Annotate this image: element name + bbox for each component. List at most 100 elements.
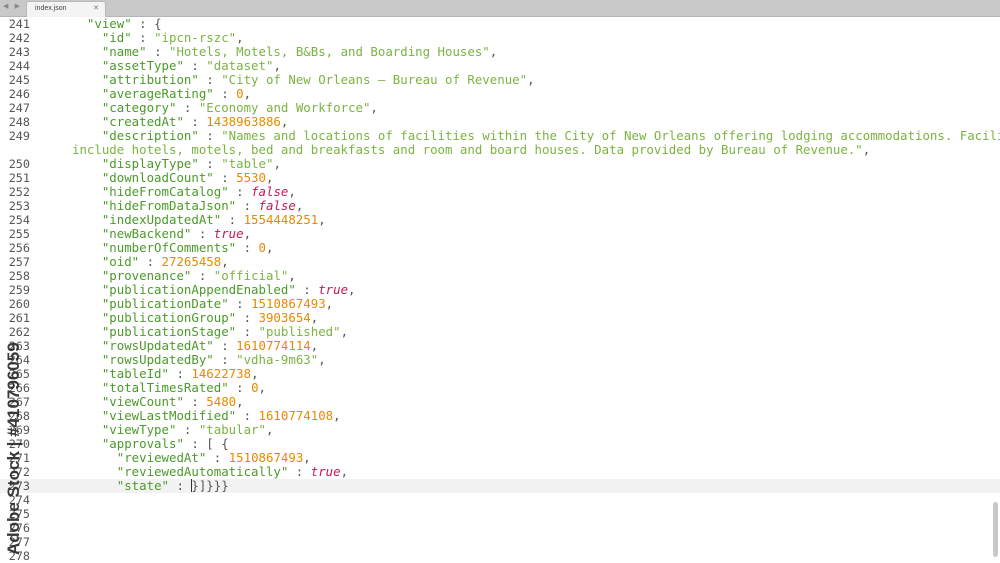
line-number: 255 (8, 227, 30, 241)
code-token: , (258, 380, 266, 395)
code-line[interactable]: 266 "totalTimesRated" : 0, (0, 380, 1000, 396)
code-line[interactable]: 269 "viewType" : "tabular", (0, 422, 1000, 438)
code-line[interactable]: 249 "description" : "Names and locations… (0, 129, 1000, 144)
code-token: : (198, 156, 222, 171)
code-text: "view" : { (72, 17, 162, 31)
code-token: , (265, 422, 274, 437)
code-token: "publicationDate" (101, 296, 229, 311)
code-line[interactable]: 244 "assetType" : "dataset", (0, 58, 1000, 74)
code-token: , (333, 408, 341, 423)
code-line[interactable]: 276 (0, 521, 1000, 535)
code-line[interactable]: 262 "publicationStage" : "published", (0, 325, 1000, 340)
code-line[interactable]: 274 (0, 493, 1000, 507)
code-line[interactable]: 268 "viewLastModified" : 1610774108, (0, 408, 1000, 424)
code-token: true (310, 464, 341, 479)
code-line[interactable]: 258 "provenance" : "official", (0, 269, 1000, 284)
code-token: 1610774114 (236, 338, 311, 353)
line-number: 247 (8, 101, 30, 115)
code-text: "numberOfComments" : 0, (72, 240, 274, 255)
code-token: include hotels, motels, bed and breakfas… (72, 142, 863, 157)
code-text: "indexUpdatedAt" : 1554448251, (72, 213, 326, 227)
code-line[interactable]: 254 "indexUpdatedAt" : 1554448251, (0, 213, 1000, 228)
code-line[interactable]: 275 (0, 507, 1000, 521)
code-token: "hideFromDataJson" (101, 198, 237, 213)
vertical-scrollbar[interactable] (993, 502, 998, 557)
code-token: : (213, 338, 237, 353)
code-line[interactable]: 253 "hideFromDataJson" : false, (0, 199, 1000, 214)
code-line[interactable]: 255 "newBackend" : true, (0, 227, 1000, 242)
code-token: : (168, 478, 192, 493)
code-token: "published" (258, 324, 341, 339)
code-token: , (243, 226, 252, 241)
code-line[interactable]: 271 "reviewedAt" : 1510867493, (0, 450, 1000, 466)
code-token: 5480 (206, 394, 237, 409)
code-line[interactable]: 261 "publicationGroup" : 3903654, (0, 311, 1000, 326)
line-number: 262 (8, 325, 30, 339)
code-line[interactable]: 270 "approvals" : [ { (0, 436, 1000, 452)
code-token: true (318, 282, 349, 297)
code-token: "rowsUpdatedAt" (101, 338, 214, 353)
code-token: false (258, 198, 296, 213)
code-token: : [ { (183, 436, 229, 451)
code-line[interactable]: 248 "createdAt" : 1438963886, (0, 114, 1000, 130)
tab-nav-arrows-icon[interactable]: ◀ ▶ (3, 2, 22, 10)
code-line[interactable]: 246 "averageRating" : 0, (0, 86, 1000, 102)
code-text: "reviewedAutomatically" : true, (72, 465, 348, 479)
code-token: : { (131, 16, 162, 31)
code-token: , (318, 212, 326, 227)
code-line[interactable]: 245 "attribution" : "City of New Orleans… (0, 72, 1000, 88)
code-line[interactable]: 241 "view" : { (0, 17, 1000, 32)
code-line[interactable]: 263 "rowsUpdatedAt" : 1610774114, (0, 338, 1000, 354)
code-token: "averageRating" (101, 86, 214, 101)
code-line[interactable]: 267 "viewCount" : 5480, (0, 394, 1000, 410)
code-token: , (236, 394, 244, 409)
code-line[interactable]: 273 "state" : }]}}} (0, 479, 1000, 493)
code-line[interactable]: 259 "publicationAppendEnabled" : true, (0, 282, 1000, 298)
code-token: "createdAt" (101, 114, 184, 129)
code-text: "description" : "Names and locations of … (72, 129, 1000, 143)
line-number: 245 (8, 73, 30, 87)
code-line[interactable]: 260 "publicationDate" : 1510867493, (0, 296, 1000, 312)
code-token: "hideFromCatalog" (101, 184, 229, 199)
code-text: "publicationStage" : "published", (72, 325, 348, 339)
code-token: , (325, 296, 334, 311)
code-line[interactable]: 251 "downloadCount" : 5530, (0, 171, 1000, 186)
code-editor[interactable]: 241 "view" : {242 "id" : "ipcn-rszc", 243… (0, 17, 1000, 563)
code-line[interactable]: 243 "name" : "Hotels, Motels, B&Bs, and … (0, 44, 1000, 60)
code-token: : (183, 58, 207, 73)
code-line[interactable]: 265 "tableId" : 14622738, (0, 366, 1000, 382)
code-line[interactable]: 272 "reviewedAutomatically" : true, (0, 465, 1000, 480)
code-token: , (243, 86, 252, 101)
code-line[interactable]: 257 "oid" : 27265458, (0, 254, 1000, 270)
code-token: , (303, 450, 311, 465)
code-token: "view" (86, 16, 132, 31)
code-line[interactable]: 247 "category" : "Economy and Workforce"… (0, 101, 1000, 116)
code-token: 1510867493 (251, 296, 326, 311)
code-token: : (168, 366, 192, 381)
code-text: "hideFromDataJson" : false, (72, 199, 303, 213)
code-line[interactable]: 278 (0, 549, 1000, 563)
code-line[interactable]: 252 "hideFromCatalog" : false, (0, 184, 1000, 200)
code-line[interactable]: include hotels, motels, bed and breakfas… (0, 143, 1000, 157)
code-line[interactable]: 277 (0, 535, 1000, 549)
code-text: "newBackend" : true, (72, 227, 251, 241)
code-line[interactable]: 250 "displayType" : "table", (0, 156, 1000, 172)
code-line[interactable]: 256 "numberOfComments" : 0, (0, 240, 1000, 256)
code-line[interactable]: 264 "rowsUpdatedBy" : "vdha-9m63", (0, 353, 1000, 368)
tab-index-json[interactable]: index.json ✕ (26, 1, 106, 17)
tab-close-icon[interactable]: ✕ (93, 4, 99, 12)
code-line[interactable]: 242 "id" : "ipcn-rszc", (0, 31, 1000, 46)
code-token: : (213, 86, 237, 101)
code-token: 0 (258, 240, 266, 255)
code-token: "Hotels, Motels, B&Bs, and Boarding Hous… (169, 44, 490, 59)
line-number: 253 (8, 199, 30, 213)
code-token: "Names and locations of facilities withi… (221, 128, 1000, 143)
